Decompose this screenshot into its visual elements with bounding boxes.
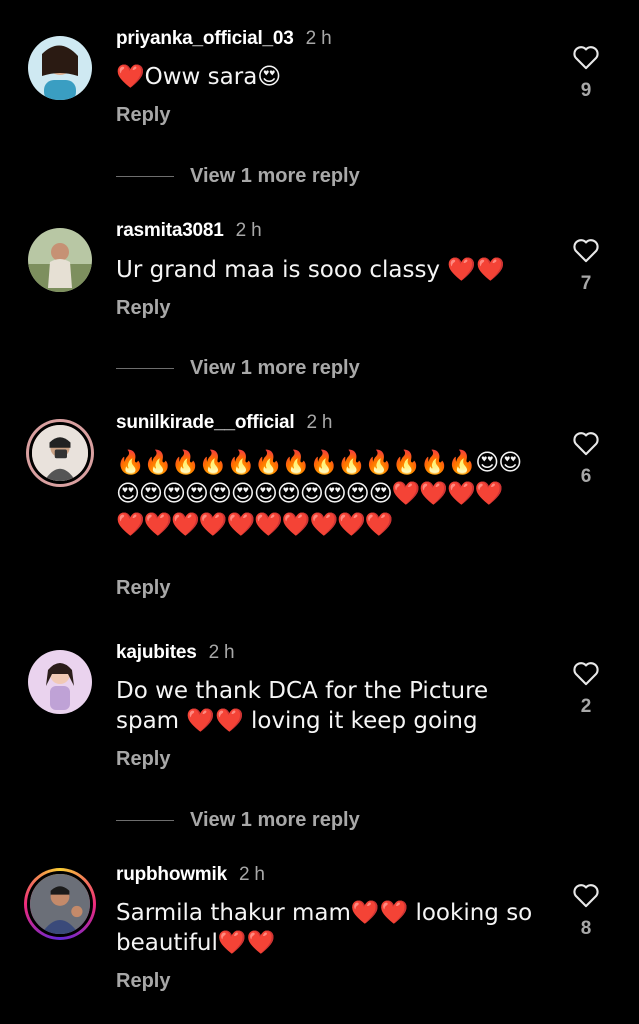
username[interactable]: rasmita3081 xyxy=(116,220,224,241)
divider-line xyxy=(116,820,174,821)
view-more-label[interactable]: View 1 more reply xyxy=(190,165,360,188)
comment-text: ❤️Oww sara😍 xyxy=(116,64,282,90)
comment-meta: rupbhowmik 2 h xyxy=(116,864,265,886)
view-more-replies[interactable]: View 1 more reply xyxy=(116,809,360,832)
username[interactable]: kajubites xyxy=(116,642,197,663)
view-more-label[interactable]: View 1 more reply xyxy=(190,357,360,380)
reply-button[interactable]: Reply xyxy=(116,970,170,993)
heart-outline-icon xyxy=(573,432,599,456)
comment-text: Do we thank DCA for the Picture spam ❤️❤… xyxy=(116,678,489,734)
divider-line xyxy=(116,176,174,177)
comment-meta: rasmita3081 2 h xyxy=(116,220,262,242)
comment-meta: priyanka_official_03 2 h xyxy=(116,28,332,50)
like-button[interactable]: 6 xyxy=(568,430,604,488)
reply-button[interactable]: Reply xyxy=(116,104,170,127)
heart-outline-icon xyxy=(573,662,599,686)
like-count: 8 xyxy=(580,918,592,939)
avatar[interactable] xyxy=(26,419,94,487)
comment-meta: kajubites 2 h xyxy=(116,642,235,664)
timestamp: 2 h xyxy=(238,864,265,885)
comment-text: Ur grand maa is sooo classy ❤️❤️ xyxy=(116,257,505,283)
view-more-label[interactable]: View 1 more reply xyxy=(190,809,360,832)
avatar[interactable] xyxy=(28,650,92,714)
reply-button[interactable]: Reply xyxy=(116,577,170,600)
username[interactable]: priyanka_official_03 xyxy=(116,28,294,49)
reply-button[interactable]: Reply xyxy=(116,297,170,320)
comment-text: 🔥🔥🔥🔥🔥🔥🔥🔥🔥🔥🔥🔥🔥😍😍😍😍😍😍😍😍😍😍😍😍😍😍❤️❤️❤️❤️❤️❤️❤… xyxy=(116,450,522,538)
comment-meta: sunilkirade__official 2 h xyxy=(116,412,333,434)
like-button[interactable]: 8 xyxy=(568,882,604,940)
avatar[interactable] xyxy=(28,228,92,292)
username[interactable]: sunilkirade__official xyxy=(116,412,295,433)
like-count: 6 xyxy=(580,466,592,487)
timestamp: 2 h xyxy=(208,642,235,663)
avatar[interactable] xyxy=(24,868,96,940)
username[interactable]: rupbhowmik xyxy=(116,864,227,885)
view-more-replies[interactable]: View 1 more reply xyxy=(116,165,360,188)
timestamp: 2 h xyxy=(306,412,333,433)
like-button[interactable]: 2 xyxy=(568,660,604,718)
comment-text: Sarmila thakur mam❤️❤️ looking so beauti… xyxy=(116,900,533,956)
like-button[interactable]: 7 xyxy=(568,237,604,295)
timestamp: 2 h xyxy=(235,220,262,241)
like-button[interactable]: 9 xyxy=(568,44,604,102)
like-count: 7 xyxy=(580,273,592,294)
heart-outline-icon xyxy=(573,46,599,70)
avatar[interactable] xyxy=(28,36,92,100)
like-count: 9 xyxy=(580,80,592,101)
heart-outline-icon xyxy=(573,239,599,263)
like-count: 2 xyxy=(580,696,592,717)
reply-button[interactable]: Reply xyxy=(116,748,170,771)
heart-outline-icon xyxy=(573,884,599,908)
divider-line xyxy=(116,368,174,369)
view-more-replies[interactable]: View 1 more reply xyxy=(116,357,360,380)
timestamp: 2 h xyxy=(305,28,332,49)
